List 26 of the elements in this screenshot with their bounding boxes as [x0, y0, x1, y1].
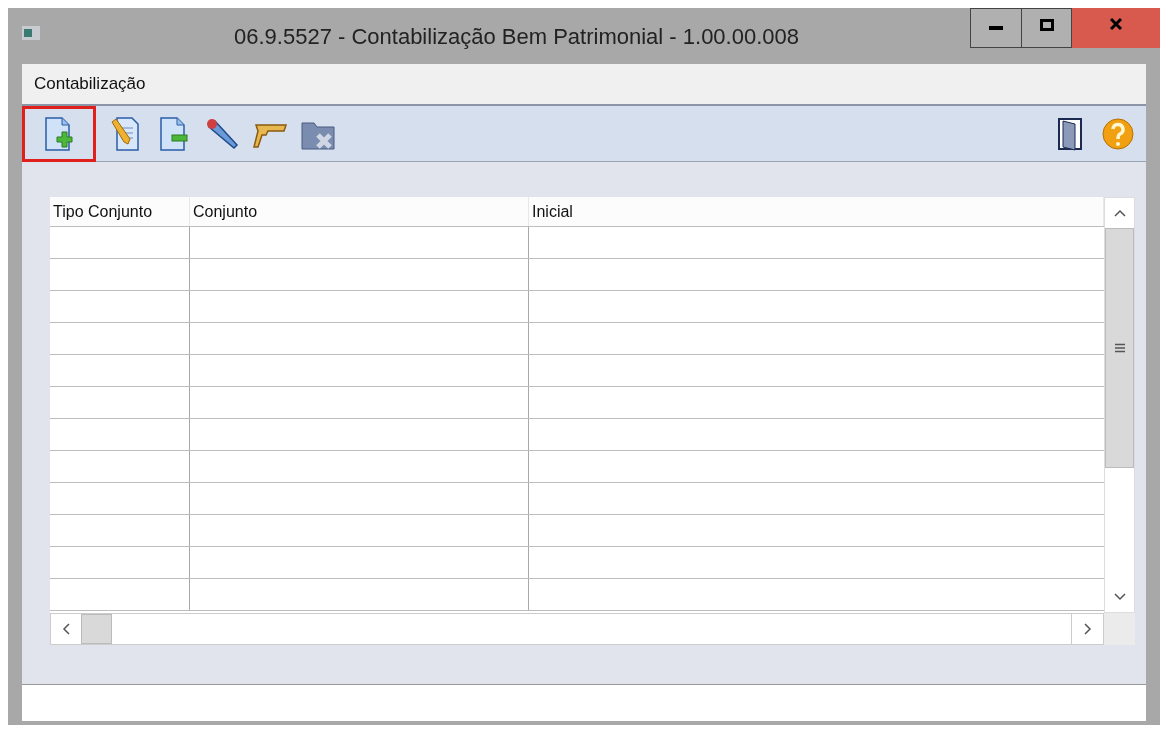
- maximize-button[interactable]: [1022, 8, 1072, 48]
- scroll-down-icon: [1113, 593, 1126, 601]
- scroll-up-icon: [1113, 209, 1126, 217]
- help-icon: [1101, 116, 1135, 151]
- close-icon: [1109, 17, 1123, 31]
- maximize-icon: [1039, 19, 1054, 31]
- scrollbar-corner: [1104, 613, 1135, 645]
- grip-icon: [1114, 343, 1125, 353]
- window-title: 06.9.5527 - Contabilização Bem Patrimonial - 1.00.00.008: [234, 22, 799, 51]
- scroll-left-icon: [62, 623, 70, 635]
- marker-icon: [205, 116, 239, 151]
- menu-item[interactable]: Contabilização: [34, 71, 146, 97]
- edit-document-icon: [110, 115, 142, 152]
- new-document-icon: [43, 115, 75, 152]
- minimize-button[interactable]: [970, 8, 1022, 48]
- scrollbar-thumb[interactable]: [1105, 228, 1134, 468]
- vertical-scrollbar[interactable]: [1104, 197, 1135, 613]
- horizontal-scrollbar[interactable]: [50, 613, 1104, 645]
- app-icon: [22, 26, 40, 40]
- column-header[interactable]: Tipo Conjunto: [50, 197, 190, 226]
- scroll-right-icon: [1083, 623, 1092, 635]
- column-header[interactable]: Conjunto: [190, 197, 529, 226]
- minimize-icon: [989, 26, 1003, 30]
- door-icon: [1057, 116, 1083, 151]
- scrollbar-thumb[interactable]: [81, 614, 112, 644]
- remove-document-icon: [158, 115, 190, 152]
